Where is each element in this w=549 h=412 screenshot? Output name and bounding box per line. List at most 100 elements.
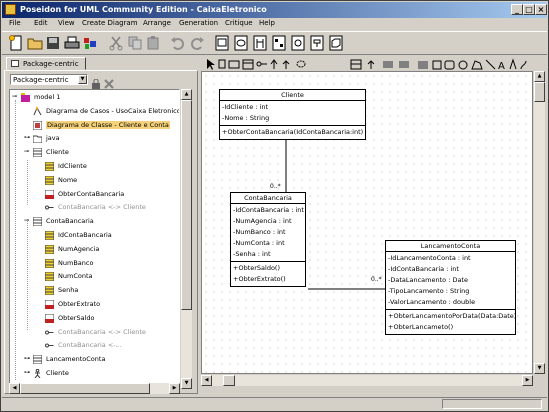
paste-icon[interactable]: [145, 35, 161, 51]
new-activity-diagram-icon[interactable]: [309, 35, 325, 51]
class-box-cliente[interactable]: Cliente -IdCliente : int -Nome : String …: [219, 89, 366, 140]
generalization-tool-icon[interactable]: [270, 59, 278, 69]
attribute-row[interactable]: -NumAgencia : int: [233, 216, 305, 227]
operation-row[interactable]: +ObterSaldo(): [233, 263, 305, 274]
operation-row[interactable]: +ObterExtrato(): [233, 274, 305, 285]
attribute-row[interactable]: -ValorLancamento : double: [388, 297, 515, 308]
menu-critique[interactable]: Critique: [225, 19, 253, 27]
attribute-row[interactable]: -IdLancamentoConta : int: [388, 253, 515, 264]
dependency-tool-icon[interactable]: [282, 60, 290, 69]
square-tool-icon[interactable]: [432, 60, 442, 70]
operation-row[interactable]: +ObterLancamentoPorData(Data:Date): [388, 311, 516, 322]
tree-hscroll-thumb[interactable]: [20, 383, 150, 394]
canvas-vertical-scrollbar[interactable]: ▲ ▼: [534, 71, 545, 374]
model-tree[interactable]: ⊸ model 1 Diagrama de Casos - UsoCaixa Ele…: [9, 89, 180, 389]
new-deployment-diagram-icon[interactable]: [328, 35, 344, 51]
class-box-contabancaria[interactable]: ContaBancaria -IdContaBancaria : int -Nu…: [230, 192, 306, 287]
tab-package-centric[interactable]: Package-centric: [6, 57, 86, 70]
attribute-row[interactable]: -Senha : int: [233, 249, 305, 260]
tree-horizontal-scrollbar[interactable]: ◀ ▶: [9, 383, 180, 394]
spline-tool-icon[interactable]: [520, 60, 527, 70]
expand-handle-icon[interactable]: ⊶: [24, 135, 30, 141]
class-box-lancamentoconta[interactable]: LancamentoConta -IdLancamentoConta : int…: [385, 240, 516, 335]
operation-row[interactable]: +ObterLancameto(): [388, 322, 515, 333]
scroll-up-arrow[interactable]: ▲: [181, 89, 192, 100]
new-project-icon[interactable]: [8, 35, 24, 51]
copy-icon[interactable]: [127, 35, 143, 51]
title-bar[interactable]: Poseidon for UML Community Edition - Cai…: [2, 2, 547, 18]
ink-tool-icon[interactable]: [509, 58, 517, 70]
minimize-button[interactable]: _: [511, 4, 523, 15]
attribute-row[interactable]: -NumConta : int: [233, 238, 305, 249]
collapse-handle-icon[interactable]: ⊸: [24, 149, 30, 155]
attribute-row[interactable]: -DataLancamento : Date: [388, 275, 515, 286]
new-state-diagram-icon[interactable]: [290, 35, 306, 51]
menu-edit[interactable]: Edit: [34, 19, 48, 27]
menu-view[interactable]: View: [58, 19, 75, 27]
menu-help[interactable]: Help: [259, 19, 275, 27]
rectangle-fill-tool-icon[interactable]: [383, 61, 393, 68]
attribute-tool-icon[interactable]: [350, 59, 362, 70]
attribute-row[interactable]: -NumBanco : int: [233, 227, 305, 238]
package-tool-icon[interactable]: [228, 60, 240, 69]
line-tool-icon[interactable]: [485, 59, 496, 70]
menu-create-diagram[interactable]: Create Diagram: [82, 19, 138, 27]
app-icon[interactable]: [5, 4, 16, 15]
scroll-right-arrow[interactable]: ▶: [169, 383, 180, 394]
operation-row[interactable]: +ObterContaBancaria(IdContaBancaria:int): [222, 127, 365, 138]
rectangle-tool-icon[interactable]: [399, 61, 409, 68]
scroll-left-arrow[interactable]: ◀: [201, 375, 212, 386]
save-icon[interactable]: [45, 35, 61, 51]
expand-handle-icon[interactable]: ⊶: [24, 356, 30, 362]
tree-options-icon[interactable]: [104, 74, 114, 89]
chevron-down-icon[interactable]: ▼: [78, 75, 87, 84]
menu-generation[interactable]: Generation: [179, 19, 218, 27]
expand-handle-icon[interactable]: ⊶: [24, 370, 30, 376]
scroll-up-arrow[interactable]: ▲: [534, 71, 545, 82]
maximize-button[interactable]: □: [523, 4, 535, 15]
rounded-rect-tool-icon[interactable]: [444, 60, 455, 70]
ellipse-tool-icon[interactable]: [458, 60, 468, 70]
menu-file[interactable]: File: [9, 19, 21, 27]
redo-icon[interactable]: [189, 35, 205, 51]
new-collaboration-diagram-icon[interactable]: [271, 35, 287, 51]
canvas-horizontal-scrollbar[interactable]: ◀ ▶: [201, 375, 533, 386]
new-class-diagram-icon[interactable]: [214, 35, 230, 51]
tree-scroll-thumb[interactable]: [181, 100, 192, 310]
new-usecase-diagram-icon[interactable]: [233, 35, 249, 51]
attribute-row[interactable]: -IdContaBancaria : int: [233, 205, 305, 216]
new-sequence-diagram-icon[interactable]: [252, 35, 268, 51]
open-folder-icon[interactable]: [27, 35, 43, 51]
shape-tool-icon[interactable]: [418, 61, 428, 69]
scroll-left-arrow[interactable]: ◀: [9, 383, 20, 394]
scroll-right-arrow[interactable]: ▶: [522, 375, 533, 386]
select-rect-tool-icon[interactable]: [218, 59, 226, 69]
class-tool-icon[interactable]: [242, 59, 254, 70]
tab-folder-icon: [11, 60, 19, 67]
attribute-row[interactable]: -TipoLancamento : String: [388, 286, 515, 297]
attribute-row[interactable]: -Nome : String: [222, 113, 365, 124]
text-tool-icon[interactable]: A: [498, 61, 505, 72]
select-tool-icon[interactable]: [207, 59, 215, 70]
attribute-icon: [44, 230, 55, 241]
cut-icon[interactable]: [108, 35, 124, 51]
properties-icon[interactable]: [82, 35, 98, 51]
perspective-select[interactable]: Package-centric ▼: [10, 74, 88, 85]
attribute-row[interactable]: -IdCliente : int: [222, 102, 365, 113]
canvas-vscroll-thumb[interactable]: [534, 82, 545, 102]
interface-tool-icon[interactable]: [256, 61, 267, 67]
close-button[interactable]: ×: [535, 4, 547, 15]
scroll-down-arrow[interactable]: ▼: [534, 363, 545, 374]
undo-icon[interactable]: [170, 35, 186, 51]
menu-arrange[interactable]: Arrange: [143, 19, 171, 27]
tree-vertical-scrollbar[interactable]: ▲ ▼: [181, 89, 192, 389]
polygon-tool-icon[interactable]: [471, 60, 483, 70]
attribute-row[interactable]: -IdContaBancaria : int: [388, 264, 515, 275]
canvas-hscroll-thumb[interactable]: [223, 375, 235, 386]
operation-tool-icon[interactable]: [367, 60, 375, 69]
note-tool-icon[interactable]: [296, 60, 306, 68]
scroll-down-arrow[interactable]: ▼: [181, 378, 192, 389]
lock-icon[interactable]: [91, 74, 101, 89]
diagram-canvas[interactable]: 0..* 0..* Cliente -IdCliente : int -Nome…: [201, 71, 533, 374]
print-icon[interactable]: [64, 35, 80, 51]
